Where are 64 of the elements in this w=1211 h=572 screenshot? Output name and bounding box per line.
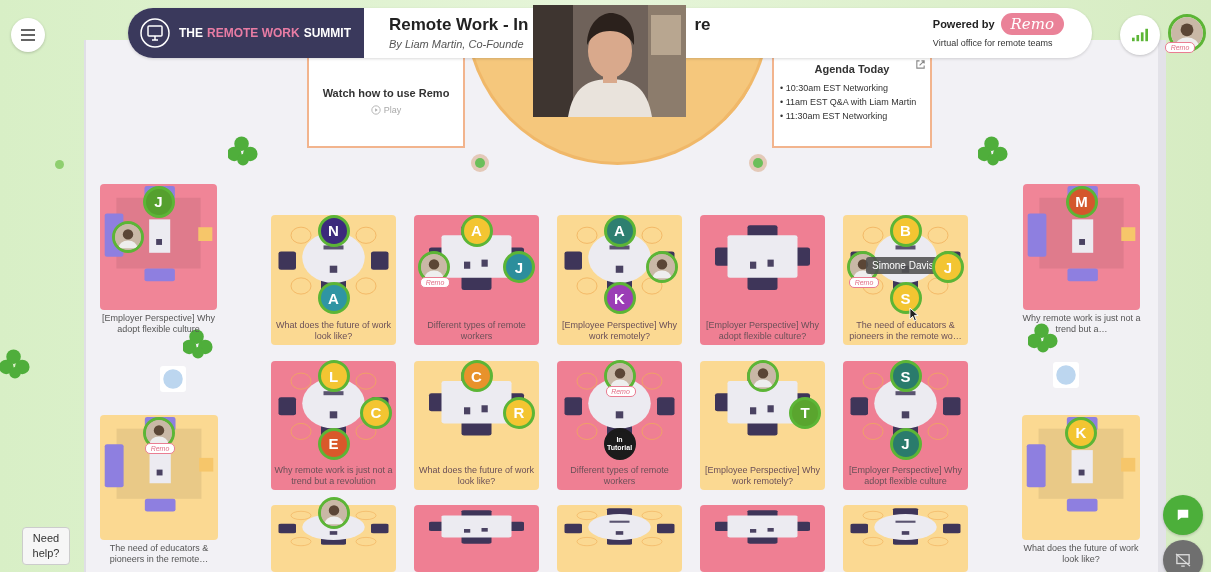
agenda-item: • 11:30am EST Networking xyxy=(780,110,888,123)
table-topic: Why remote work is just not a trend but a revolution xyxy=(273,465,394,487)
table-topic: [Employer Perspective] Why adopt flexible culture xyxy=(100,313,216,335)
table-card[interactable] xyxy=(557,505,682,572)
event-subtitle: By Liam Martin, Co-Founde xyxy=(389,38,525,50)
monitor-icon xyxy=(140,18,170,48)
table-card[interactable] xyxy=(843,361,968,490)
table-topic: The need of educators & pioneers in the remote… xyxy=(108,543,210,565)
table-topic: [Employee Perspective] Why work remotely? xyxy=(560,320,678,342)
screen-share-off-icon xyxy=(1175,553,1191,567)
agenda-item: • 11am EST Q&A with Liam Martin xyxy=(780,96,917,109)
connection-button[interactable] xyxy=(1120,15,1160,55)
marker-icon xyxy=(471,154,489,172)
table-card[interactable] xyxy=(700,361,825,490)
avatar[interactable] xyxy=(320,500,347,527)
lamp-icon xyxy=(160,366,186,392)
cursor-icon xyxy=(909,307,920,322)
table-card[interactable] xyxy=(414,361,539,490)
agenda-item: • 10:30am EST Networking xyxy=(780,82,889,95)
help-bubble[interactable]: Need help? xyxy=(22,527,70,565)
dot-icon xyxy=(55,160,64,169)
table-card[interactable] xyxy=(700,505,825,572)
avatar[interactable] xyxy=(146,419,172,446)
brand-logo: Remo xyxy=(1000,13,1064,35)
play-link[interactable]: Play xyxy=(370,105,402,115)
event-title: re xyxy=(694,15,711,35)
marker-icon xyxy=(749,154,767,172)
table-card[interactable] xyxy=(843,505,968,572)
menu-button[interactable] xyxy=(11,18,45,52)
table-topic: Different types of remote workers xyxy=(426,320,527,342)
avatar[interactable] xyxy=(115,223,142,250)
agenda-title: Agenda Today xyxy=(813,63,891,75)
lamp-icon xyxy=(1053,362,1079,388)
plant-icon xyxy=(0,348,30,380)
table-topic: Why remote work is just not a trend but a… xyxy=(1021,313,1142,335)
table-card[interactable] xyxy=(700,215,825,345)
table-topic: [Employer Perspective] Why adopt flexible culture xyxy=(847,465,963,487)
table-card[interactable] xyxy=(557,361,682,490)
play-icon xyxy=(370,105,381,115)
table-topic: What does the future of work look like? xyxy=(274,320,393,342)
table-topic: What does the future of work look like? xyxy=(417,465,536,487)
powered-by-label: Powered by xyxy=(932,18,995,30)
screen-share-button[interactable] xyxy=(1163,540,1203,572)
table-topic: The need of educators & pioneers in the remote wo… xyxy=(848,320,963,342)
table-card[interactable] xyxy=(271,505,396,572)
card-title: Watch how to use Remo xyxy=(322,87,450,99)
table-topic: [Employee Perspective] Why work remotely? xyxy=(703,465,821,487)
avatar[interactable] xyxy=(749,363,776,390)
logo-text: THE REMOTE WORK SUMMIT xyxy=(179,26,351,40)
table-card[interactable] xyxy=(271,215,396,345)
chat-icon xyxy=(1175,508,1191,522)
table-topic: Different types of remote workers xyxy=(569,465,670,487)
external-link-icon[interactable] xyxy=(915,59,926,70)
chat-button[interactable] xyxy=(1163,495,1203,535)
menu-icon xyxy=(20,28,36,42)
table-card[interactable] xyxy=(414,505,539,572)
table-topic: What does the future of work look like? xyxy=(1022,543,1140,565)
plant-icon xyxy=(978,135,1008,167)
brand-tagline: Virtual office for remote teams xyxy=(932,38,1053,48)
signal-icon xyxy=(1132,28,1148,42)
avatar[interactable] xyxy=(649,254,675,280)
event-title: Remote Work - In xyxy=(389,15,529,35)
table-topic: [Employer Perspective] Why adopt flexible culture? xyxy=(704,320,820,342)
plant-icon xyxy=(228,135,258,167)
